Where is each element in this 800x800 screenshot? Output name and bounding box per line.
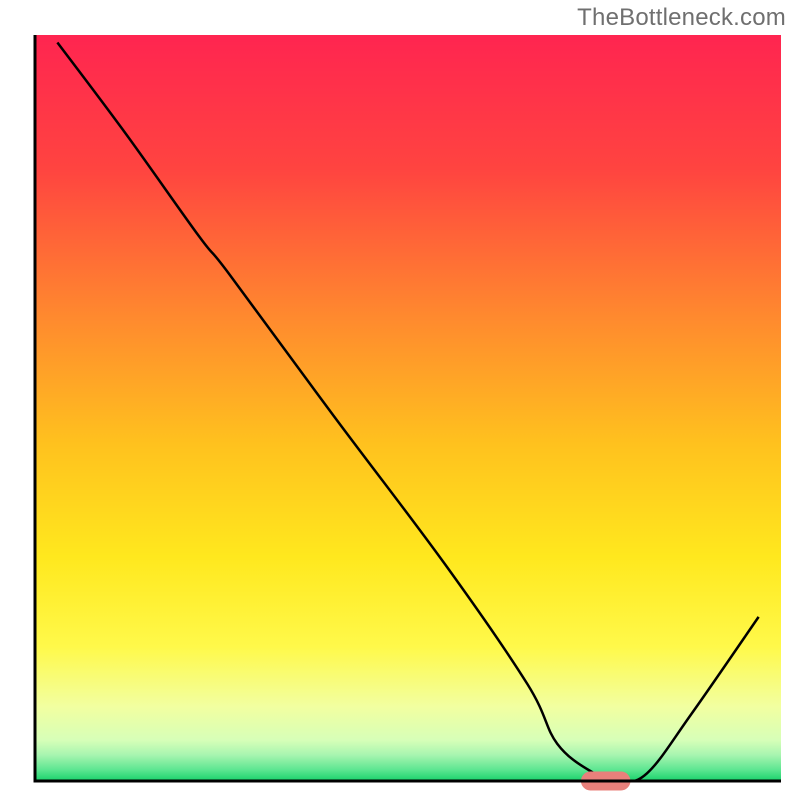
chart-svg xyxy=(0,0,800,800)
chart-container: TheBottleneck.com xyxy=(0,0,800,800)
chart-background-gradient xyxy=(35,35,781,781)
watermark-text: TheBottleneck.com xyxy=(577,4,786,32)
